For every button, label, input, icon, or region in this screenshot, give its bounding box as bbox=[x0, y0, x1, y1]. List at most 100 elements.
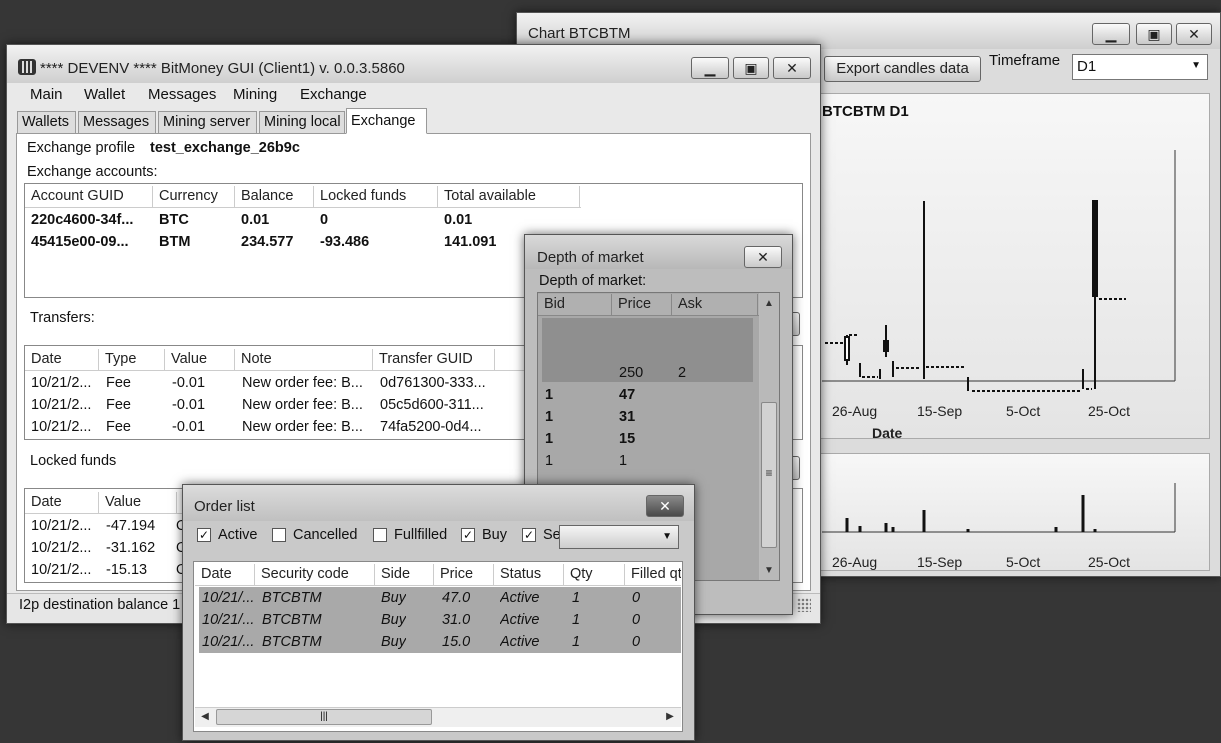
cell: New order fee: B... bbox=[242, 397, 363, 413]
order-hscroll-thumb[interactable]: ||| bbox=[216, 709, 432, 725]
order-filter-dropdown[interactable]: ▼ bbox=[559, 525, 679, 549]
tab-mining-server[interactable]: Mining server bbox=[158, 111, 257, 133]
depth-label: Depth of market: bbox=[539, 273, 647, 289]
col-qty[interactable]: Qty bbox=[564, 564, 625, 586]
scroll-right-icon[interactable]: ▶ bbox=[662, 711, 678, 722]
main-minimize-button[interactable]: ▁ bbox=[691, 57, 729, 79]
cell: 1 bbox=[572, 612, 581, 628]
cell: -93.486 bbox=[320, 234, 370, 250]
filter-active-label: Active bbox=[218, 527, 258, 543]
col-side[interactable]: Side bbox=[375, 564, 434, 586]
chevron-down-icon: ▼ bbox=[1191, 60, 1201, 71]
col-value[interactable]: Value bbox=[165, 349, 235, 371]
filter-sell-checkbox[interactable]: ✓ bbox=[522, 528, 536, 542]
locked-header: Date Value N bbox=[25, 492, 195, 514]
cell: -47.194 bbox=[106, 518, 156, 534]
cell: 1 bbox=[545, 431, 554, 447]
chart-close-button[interactable]: ✕ bbox=[1176, 23, 1212, 45]
filter-fullfilled-checkbox[interactable] bbox=[373, 528, 387, 542]
cell: Buy bbox=[381, 590, 406, 606]
volume-x-tick-label: 25-Oct bbox=[1088, 554, 1130, 570]
col-currency[interactable]: Currency bbox=[153, 186, 235, 208]
tab-mining-local[interactable]: Mining local bbox=[259, 111, 345, 133]
cell: 31.0 bbox=[442, 612, 471, 628]
tab-exchange[interactable]: Exchange bbox=[346, 108, 427, 134]
export-candles-button[interactable]: Export candles data bbox=[824, 56, 981, 82]
chevron-down-icon: ▼ bbox=[662, 531, 672, 542]
col-date[interactable]: Date bbox=[195, 564, 255, 586]
main-close-button[interactable]: ✕ bbox=[773, 57, 811, 79]
col-balance[interactable]: Balance bbox=[235, 186, 314, 208]
col-ask[interactable]: Ask bbox=[672, 294, 758, 316]
col-locked-funds[interactable]: Locked funds bbox=[314, 186, 438, 208]
timeframe-value: D1 bbox=[1077, 58, 1097, 75]
col-account-guid[interactable]: Account GUID bbox=[25, 186, 153, 208]
menu-wallet[interactable]: Wallet bbox=[84, 86, 125, 103]
cell: 141.091 bbox=[444, 234, 497, 250]
depth-close-button[interactable]: ✕ bbox=[744, 246, 782, 268]
menu-main[interactable]: Main bbox=[30, 86, 63, 103]
cell: 47 bbox=[619, 387, 636, 403]
col-price[interactable]: Price bbox=[434, 564, 494, 586]
tab-messages[interactable]: Messages bbox=[78, 111, 156, 133]
filter-active-checkbox[interactable]: ✓ bbox=[197, 528, 211, 542]
cell: 10/21/2... bbox=[31, 375, 92, 391]
col-date[interactable]: Date bbox=[25, 492, 99, 514]
cell: Fee bbox=[106, 397, 131, 413]
scroll-down-icon[interactable]: ▼ bbox=[761, 565, 777, 576]
cell: -0.01 bbox=[172, 397, 206, 413]
accounts-label: Exchange accounts: bbox=[27, 164, 158, 180]
chart-maximize-button[interactable]: ▣ bbox=[1136, 23, 1172, 45]
menu-messages[interactable]: Messages bbox=[148, 86, 216, 103]
col-bid[interactable]: Bid bbox=[538, 294, 612, 316]
cell: New order fee: B... bbox=[242, 375, 363, 391]
col-note[interactable]: Note bbox=[235, 349, 373, 371]
col-status[interactable]: Status bbox=[494, 564, 564, 586]
order-titlebar[interactable] bbox=[183, 485, 694, 521]
col-date[interactable]: Date bbox=[25, 349, 99, 371]
scroll-left-icon[interactable]: ◀ bbox=[197, 711, 213, 722]
col-total-available[interactable]: Total available bbox=[438, 186, 580, 208]
col-transfer-guid[interactable]: Transfer GUID bbox=[373, 349, 495, 371]
x-axis-ticks: 26-Aug 15-Sep 5-Oct 25-Oct Date bbox=[832, 403, 1130, 440]
col-value[interactable]: Value bbox=[99, 492, 177, 514]
cell: 10/21/... bbox=[202, 612, 255, 628]
tab-wallets[interactable]: Wallets bbox=[17, 111, 76, 133]
filter-cancelled-label: Cancelled bbox=[293, 527, 358, 543]
cell: 10/21/2... bbox=[31, 518, 92, 534]
col-filled-qty[interactable]: Filled qt bbox=[625, 564, 681, 586]
cell: Buy bbox=[381, 634, 406, 650]
col-price[interactable]: Price bbox=[612, 294, 672, 316]
col-security-code[interactable]: Security code bbox=[255, 564, 375, 586]
cell: 31 bbox=[619, 409, 636, 425]
cell: 10/21/2... bbox=[31, 419, 92, 435]
chart-minimize-button[interactable]: ▁ bbox=[1092, 23, 1130, 45]
order-header: Date Security code Side Price Status Qty… bbox=[195, 564, 681, 586]
col-type[interactable]: Type bbox=[99, 349, 165, 371]
cell: -0.01 bbox=[172, 375, 206, 391]
timeframe-label: Timeframe bbox=[989, 52, 1061, 69]
cell: 1 bbox=[545, 387, 554, 403]
timeframe-select[interactable]: D1 ▼ bbox=[1072, 54, 1208, 80]
transfers-header: Date Type Value Note Transfer GUID bbox=[25, 349, 527, 371]
order-close-button[interactable]: ✕ bbox=[646, 495, 684, 517]
menu-exchange[interactable]: Exchange bbox=[300, 86, 367, 103]
depth-header: Bid Price Ask bbox=[538, 294, 759, 316]
cell: 0 bbox=[632, 590, 641, 606]
filter-buy-label: Buy bbox=[482, 527, 507, 543]
cell: 0.01 bbox=[444, 212, 473, 228]
scroll-up-icon[interactable]: ▲ bbox=[761, 298, 777, 309]
menu-mining[interactable]: Mining bbox=[233, 86, 277, 103]
volume-chart: 26-Aug 15-Sep 5-Oct 25-Oct bbox=[822, 483, 1176, 570]
filter-cancelled-checkbox[interactable] bbox=[272, 528, 286, 542]
cell: -15.13 bbox=[106, 562, 148, 578]
ask-area bbox=[542, 318, 753, 382]
main-maximize-button[interactable]: ▣ bbox=[733, 57, 769, 79]
status-text: I2p destination balance 1 bbox=[19, 597, 181, 613]
cell: 10/21/... bbox=[202, 634, 255, 650]
cell: Active bbox=[500, 634, 540, 650]
cell: BTCBTM bbox=[262, 634, 322, 650]
filter-buy-checkbox[interactable]: ✓ bbox=[461, 528, 475, 542]
cell: 1 bbox=[572, 590, 581, 606]
cell: BTCBTM bbox=[262, 590, 322, 606]
